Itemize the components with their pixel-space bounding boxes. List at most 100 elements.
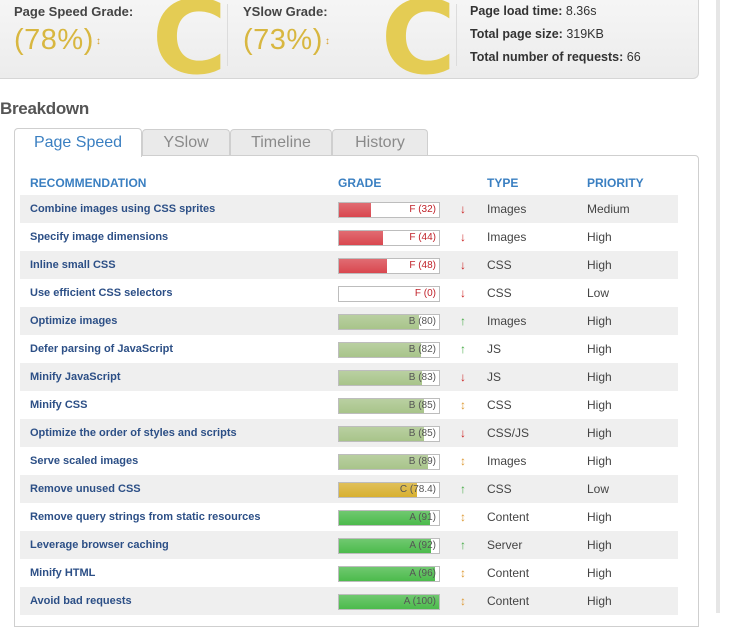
- page-right-rule: [716, 0, 720, 613]
- grade-text: B (82): [408, 344, 436, 355]
- table-row[interactable]: Inline small CSS F (48) ↓ CSS High: [20, 251, 678, 279]
- stat-value: 8.36s: [565, 4, 597, 18]
- grade-text: B (89): [408, 456, 436, 467]
- recommendation-link[interactable]: Inline small CSS: [30, 251, 116, 279]
- recommendation-link[interactable]: Optimize images: [30, 307, 117, 335]
- pagespeed-grade-letter: C: [152, 0, 227, 98]
- table-row[interactable]: Defer parsing of JavaScript B (82) ↑ JS High: [20, 335, 678, 363]
- priority-cell: High: [587, 342, 612, 356]
- trend-arrow-icon: ↑: [460, 538, 466, 552]
- recommendation-link[interactable]: Remove unused CSS: [30, 475, 141, 503]
- type-cell: CSS/JS: [487, 426, 530, 440]
- type-cell: Content: [487, 510, 530, 524]
- table-row[interactable]: Minify HTML A (96) ↕ Content High: [20, 559, 678, 587]
- priority-cell: High: [587, 454, 612, 468]
- table-row[interactable]: Avoid bad requests A (100) ↕ Content High: [20, 587, 678, 615]
- type-cell: CSS: [487, 258, 512, 272]
- grade-text: A (100): [403, 596, 436, 607]
- table-row[interactable]: Serve scaled images B (89) ↕ Images High: [20, 447, 678, 475]
- table-row[interactable]: Remove query strings from static resourc…: [20, 503, 678, 531]
- stat-load-time: Page load time: 8.36s: [470, 3, 641, 26]
- tab-history[interactable]: History: [332, 129, 428, 155]
- recommendation-link[interactable]: Defer parsing of JavaScript: [30, 335, 173, 363]
- priority-cell: High: [587, 314, 612, 328]
- trend-arrow-icon: ↑: [460, 482, 466, 496]
- table-row[interactable]: Use efficient CSS selectors F (0) ↓ CSS Low: [20, 279, 678, 307]
- grade-bar: A (92): [338, 538, 440, 554]
- stat-value: 66: [626, 50, 641, 64]
- priority-cell: High: [587, 538, 612, 552]
- recommendation-link[interactable]: Serve scaled images: [30, 447, 138, 475]
- recommendation-link[interactable]: Use efficient CSS selectors: [30, 279, 172, 307]
- type-cell: Images: [487, 202, 527, 216]
- grade-text: F (44): [409, 232, 436, 243]
- type-cell: Content: [487, 594, 530, 608]
- trend-arrow-icon: ↑: [460, 314, 466, 328]
- recommendation-link[interactable]: Combine images using CSS sprites: [30, 195, 215, 223]
- grade-text: F (0): [414, 288, 436, 299]
- grade-bar: B (83): [338, 370, 440, 386]
- trend-arrow-icon: ↕: [460, 566, 466, 580]
- recommendation-link[interactable]: Minify CSS: [30, 391, 87, 419]
- grade-bar: C (78.4): [338, 482, 440, 498]
- recommendation-link[interactable]: Optimize the order of styles and scripts: [30, 419, 237, 447]
- grade-bar: A (91): [338, 510, 440, 526]
- trend-arrow-icon: ↓: [460, 202, 466, 216]
- trend-arrow-icon: ↕: [460, 398, 466, 412]
- grade-text: A (92): [409, 540, 436, 551]
- recommendation-link[interactable]: Minify JavaScript: [30, 363, 120, 391]
- table-row[interactable]: Optimize the order of styles and scripts…: [20, 419, 678, 447]
- trend-arrow-icon: ↓: [460, 370, 466, 384]
- trend-arrow-icon: ↓: [460, 230, 466, 244]
- pagespeed-grade-label: Page Speed Grade:: [14, 4, 134, 19]
- grade-bar: B (82): [338, 342, 440, 358]
- table-row[interactable]: Minify JavaScript B (83) ↓ JS High: [20, 363, 678, 391]
- type-cell: Content: [487, 566, 530, 580]
- stat-page-size: Total page size: 319KB: [470, 26, 641, 49]
- priority-cell: Low: [587, 482, 610, 496]
- type-cell: JS: [487, 342, 502, 356]
- column-header-recommendation[interactable]: RECOMMENDATION: [30, 176, 146, 190]
- table-row[interactable]: Minify CSS B (85) ↕ CSS High: [20, 391, 678, 419]
- grade-bar: B (85): [338, 398, 440, 414]
- table-row[interactable]: Specify image dimensions F (44) ↓ Images Hig…: [20, 223, 678, 251]
- priority-cell: High: [587, 230, 612, 244]
- type-cell: JS: [487, 370, 502, 384]
- priority-cell: High: [587, 426, 612, 440]
- recommendation-link[interactable]: Leverage browser caching: [30, 531, 169, 559]
- type-cell: Images: [487, 230, 527, 244]
- stat-label: Page load time:: [470, 4, 563, 18]
- type-cell: CSS: [487, 286, 512, 300]
- column-header-priority[interactable]: PRIORITY: [587, 176, 644, 190]
- yslow-grade-label: YSlow Grade:: [243, 4, 328, 19]
- sort-arrows-icon: ↕: [324, 35, 331, 47]
- recommendation-link[interactable]: Remove query strings from static resourc…: [30, 503, 260, 531]
- grade-bar: A (96): [338, 566, 440, 582]
- trend-arrow-icon: ↕: [460, 594, 466, 608]
- recommendation-link[interactable]: Specify image dimensions: [30, 223, 168, 251]
- grade-text: A (91): [409, 512, 436, 523]
- table-row[interactable]: Leverage browser caching A (92) ↑ Server Hig…: [20, 531, 678, 559]
- table-row[interactable]: Optimize images B (80) ↑ Images High: [20, 307, 678, 335]
- priority-cell: Low: [587, 286, 610, 300]
- recommendation-link[interactable]: Avoid bad requests: [30, 587, 132, 615]
- grade-bar-fill: [339, 231, 383, 245]
- column-header-grade[interactable]: GRADE: [338, 176, 381, 190]
- grade-bar: F (44): [338, 230, 440, 246]
- recommendation-link[interactable]: Minify HTML: [30, 559, 95, 587]
- grade-text: F (32): [409, 204, 436, 215]
- column-header-type[interactable]: TYPE: [487, 176, 518, 190]
- trend-arrow-icon: ↕: [460, 454, 466, 468]
- grade-text: B (80): [408, 316, 436, 327]
- grade-bar-fill: [339, 259, 387, 273]
- type-cell: CSS: [487, 398, 512, 412]
- tab-page-speed[interactable]: Page Speed: [14, 128, 142, 157]
- table-row[interactable]: Combine images using CSS sprites F (32) ↓ I…: [20, 195, 678, 223]
- table-row[interactable]: Remove unused CSS C (78.4) ↑ CSS Low: [20, 475, 678, 503]
- tab-timeline[interactable]: Timeline: [230, 129, 332, 155]
- type-cell: Images: [487, 454, 527, 468]
- yslow-grade-letter: C: [381, 0, 456, 98]
- grade-text: B (83): [408, 372, 436, 383]
- tab-yslow[interactable]: YSlow: [142, 129, 230, 155]
- summary-divider: [227, 4, 228, 66]
